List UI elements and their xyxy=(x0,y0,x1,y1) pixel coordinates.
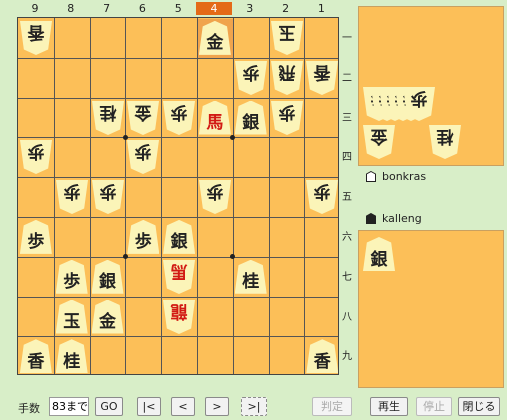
board-container: 987654321 一二三四五六七八九 香金玉歩飛香桂金歩馬銀歩歩歩歩歩歩歩歩歩… xyxy=(0,0,356,392)
grid-line xyxy=(18,97,338,99)
star-point xyxy=(230,134,236,140)
go-button[interactable]: GO xyxy=(95,397,123,416)
move-number-label: 手数 xyxy=(18,402,40,415)
piece-gote-64[interactable]: 歩 xyxy=(127,140,159,174)
gote-player: bonkras xyxy=(366,170,426,183)
grid-line xyxy=(18,177,338,179)
rank-label: 八 xyxy=(342,311,352,323)
piece-sente-87[interactable]: 歩 xyxy=(55,259,88,294)
piece-sente-78[interactable]: 金 xyxy=(91,299,124,334)
piece-sente-43[interactable]: 馬 xyxy=(198,100,231,135)
piece-gote-21[interactable]: 玉 xyxy=(271,21,303,55)
play-button[interactable]: 再生 xyxy=(370,397,408,416)
grid-line xyxy=(232,18,234,374)
grid-line xyxy=(18,137,338,139)
grid-line xyxy=(18,57,338,59)
piece-gote-94[interactable]: 歩 xyxy=(20,140,52,174)
last-move-button[interactable]: >| xyxy=(241,397,267,416)
grid-line xyxy=(18,296,338,298)
grid-line xyxy=(89,18,91,374)
hand-piece[interactable]: 金 xyxy=(363,125,395,159)
piece-sente-89[interactable]: 桂 xyxy=(55,339,88,374)
piece-sente-37[interactable]: 桂 xyxy=(234,259,267,294)
stop-button[interactable]: 停止 xyxy=(416,397,452,416)
grid-line xyxy=(125,18,127,374)
rank-label: 九 xyxy=(342,351,352,363)
file-label-5: 5 xyxy=(174,2,182,15)
rank-label: 四 xyxy=(342,152,352,164)
star-point xyxy=(122,254,128,260)
shogi-board[interactable]: 香金玉歩飛香桂金歩馬銀歩歩歩歩歩歩歩歩歩銀歩銀馬桂玉金龍香桂香 xyxy=(17,17,339,375)
piece-sente-99[interactable]: 香 xyxy=(19,339,52,374)
piece-gote-85[interactable]: 歩 xyxy=(56,180,88,214)
gote-player-name: bonkras xyxy=(382,170,427,183)
piece-sente-56[interactable]: 銀 xyxy=(163,219,196,254)
rank-label: 五 xyxy=(342,192,352,204)
file-label-7: 7 xyxy=(103,2,111,15)
piece-gote-73[interactable]: 桂 xyxy=(92,101,124,135)
grid-line xyxy=(18,217,338,218)
close-button[interactable]: 閉じる xyxy=(458,397,500,416)
piece-sente-33[interactable]: 銀 xyxy=(234,100,267,135)
star-point xyxy=(230,254,236,260)
hand-piece[interactable]: 歩 xyxy=(403,87,435,121)
sente-mark-icon xyxy=(366,213,376,224)
piece-sente-41[interactable]: 金 xyxy=(198,20,231,55)
piece-gote-75[interactable]: 歩 xyxy=(92,180,124,214)
piece-gote-32[interactable]: 歩 xyxy=(235,61,267,95)
piece-sente-96[interactable]: 歩 xyxy=(19,219,52,254)
piece-gote-91[interactable]: 香 xyxy=(20,21,52,55)
piece-gote-12[interactable]: 香 xyxy=(306,61,338,95)
sente-player: kalleng xyxy=(366,212,422,225)
sente-player-name: kalleng xyxy=(382,212,422,225)
first-move-button[interactable]: |< xyxy=(137,397,161,416)
file-label-8: 8 xyxy=(67,2,75,15)
piece-sente-66[interactable]: 歩 xyxy=(127,219,160,254)
judge-button[interactable]: 判定 xyxy=(312,397,352,416)
previous-move-button[interactable]: < xyxy=(171,397,195,416)
piece-gote-22[interactable]: 飛 xyxy=(271,61,303,95)
grid-line xyxy=(304,18,306,374)
piece-gote-63[interactable]: 金 xyxy=(127,101,159,135)
sente-captured-pieces: 銀 xyxy=(358,230,504,388)
gote-captured-pieces: 歩歩歩歩歩歩金桂 xyxy=(358,6,504,166)
rank-label: 六 xyxy=(342,232,352,243)
gote-mark-icon xyxy=(366,171,376,182)
file-label-2: 2 xyxy=(282,2,290,15)
piece-sente-88[interactable]: 玉 xyxy=(55,299,88,334)
piece-gote-45[interactable]: 歩 xyxy=(199,180,231,214)
piece-gote-53[interactable]: 歩 xyxy=(163,101,195,135)
hand-piece[interactable]: 桂 xyxy=(429,125,461,159)
rank-label: 三 xyxy=(342,112,352,124)
file-label-6: 6 xyxy=(138,2,146,15)
file-label-9: 9 xyxy=(31,2,39,15)
grid-line xyxy=(161,18,163,374)
hand-piece[interactable]: 銀 xyxy=(363,237,395,271)
piece-sente-77[interactable]: 銀 xyxy=(91,259,124,294)
file-label-3: 3 xyxy=(246,2,254,15)
grid-line xyxy=(53,18,55,374)
piece-gote-23[interactable]: 歩 xyxy=(271,101,303,135)
control-bar: 手数 83まで GO |< < > >| 判定 再生 停止 閉じる xyxy=(0,394,507,420)
grid-line xyxy=(268,18,270,374)
rank-label: 七 xyxy=(342,271,352,283)
piece-gote-58[interactable]: 龍 xyxy=(163,300,195,334)
grid-line xyxy=(18,336,338,338)
rank-label: 一 xyxy=(342,33,352,44)
file-label-4: 4 xyxy=(196,2,232,15)
rank-label: 二 xyxy=(342,72,352,84)
grid-line xyxy=(18,256,338,258)
piece-gote-15[interactable]: 歩 xyxy=(306,180,338,214)
star-point xyxy=(122,134,128,140)
grid-line xyxy=(197,18,198,374)
next-move-button[interactable]: > xyxy=(205,397,229,416)
piece-gote-57[interactable]: 馬 xyxy=(163,260,195,294)
move-number-input[interactable]: 83まで xyxy=(49,397,89,416)
file-label-1: 1 xyxy=(317,2,325,15)
piece-sente-19[interactable]: 香 xyxy=(306,339,339,374)
